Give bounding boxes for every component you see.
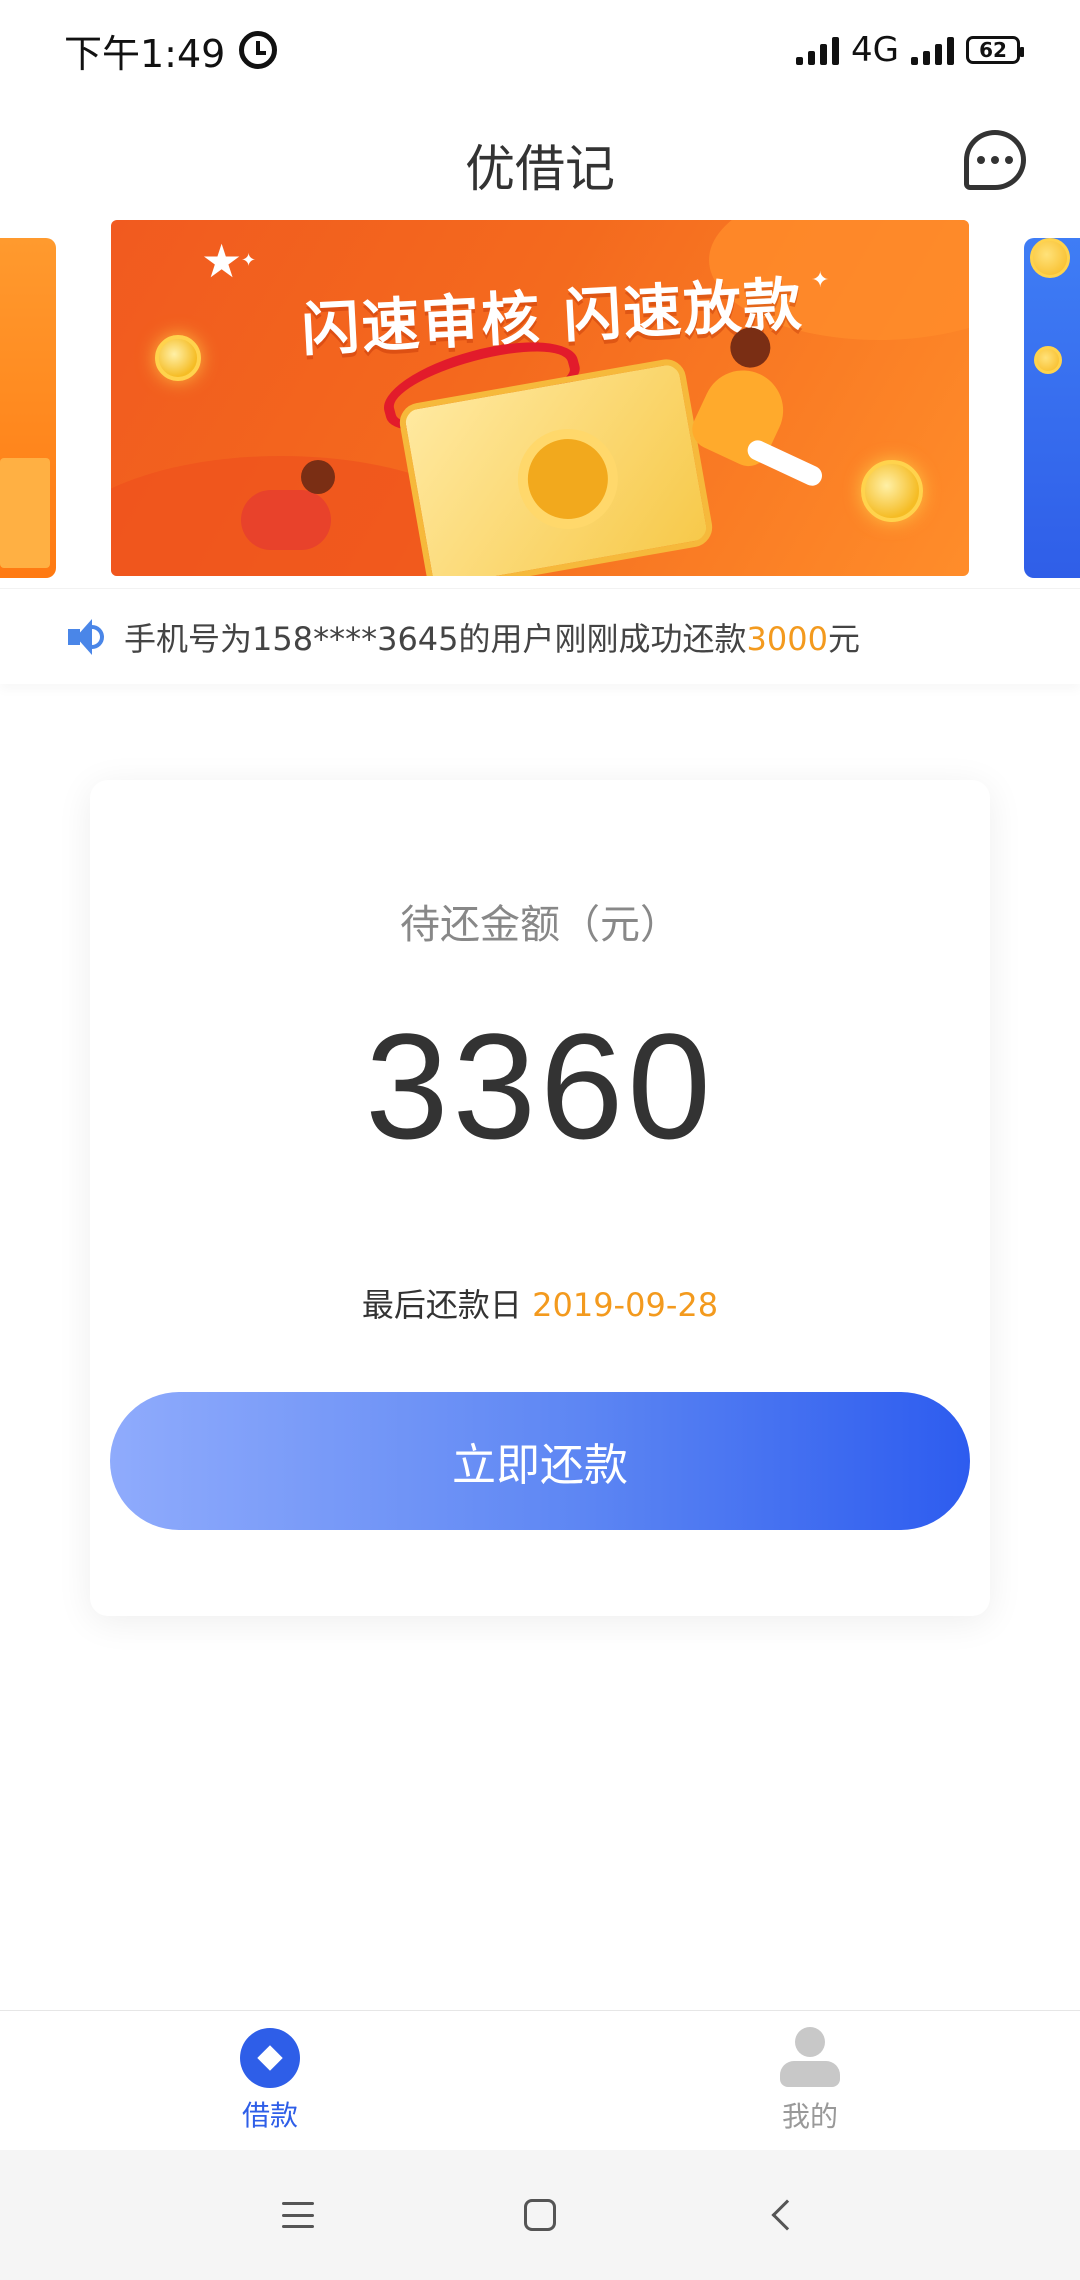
person-illustration [241, 460, 335, 550]
loan-icon [240, 2027, 300, 2088]
battery-icon: 62 [966, 36, 1024, 64]
announcement-text: 手机号为158****3645的用户刚刚成功还款3000元 [124, 614, 860, 660]
person-illustration [685, 357, 797, 473]
banner-slide-next[interactable] [1024, 238, 1080, 578]
due-date-value: 2019-09-28 [532, 1286, 719, 1324]
star-icon: ✦ [811, 268, 830, 293]
announcement-suffix: 元 [827, 619, 860, 658]
star-icon: ✦ [241, 250, 257, 271]
due-date-label: 最后还款日 [361, 1286, 522, 1324]
page-title: 优借记 [465, 140, 615, 198]
chat-icon[interactable] [964, 130, 1026, 190]
announcement-prefix: 手机号为158****3645的用户刚刚成功还款 [124, 619, 747, 658]
coin-icon [861, 460, 923, 522]
banner-carousel[interactable]: ★ ✦ ✦ 闪速审核 闪速放款 [0, 218, 1080, 580]
user-icon [780, 2026, 840, 2089]
star-icon: ★ [201, 234, 243, 288]
status-bar: 下午1:49 4G 62 [0, 0, 1080, 100]
system-nav-bar [0, 2150, 1080, 2280]
status-right: 4G 62 [796, 30, 1024, 70]
tab-loan-label: 借款 [241, 2098, 298, 2132]
status-time: 下午1:49 [64, 31, 226, 76]
repay-now-button[interactable]: 立即还款 [110, 1392, 970, 1530]
speaker-icon [64, 615, 108, 659]
app-header: 优借记 [0, 100, 1080, 230]
battery-level: 62 [979, 38, 1007, 62]
bottom-tab-bar: 借款 我的 [0, 2010, 1080, 2150]
signal-icon-2 [911, 35, 954, 65]
repayment-card: 待还金额（元） 3360 最后还款日 2019-09-28 立即还款 [90, 780, 990, 1616]
announcement-bar: 手机号为158****3645的用户刚刚成功还款3000元 [0, 588, 1080, 684]
alarm-icon [239, 31, 278, 69]
status-left: 下午1:49 [64, 23, 278, 78]
tab-mine-label: 我的 [781, 2099, 838, 2133]
coin-icon [155, 335, 201, 381]
tab-loan[interactable]: 借款 [0, 2011, 540, 2150]
signal-icon [796, 35, 840, 65]
banner-slide-prev[interactable] [0, 238, 56, 578]
banner-slide-current[interactable]: ★ ✦ ✦ 闪速审核 闪速放款 [111, 220, 969, 576]
coin-icon [1034, 346, 1062, 374]
pending-amount-label: 待还金额（元） [400, 902, 680, 948]
tab-mine[interactable]: 我的 [540, 2011, 1080, 2150]
home-icon[interactable] [524, 2199, 556, 2231]
menu-icon[interactable] [282, 2202, 314, 2228]
pending-amount-value: 3360 [365, 1002, 715, 1170]
coin-icon [1030, 238, 1070, 278]
announcement-amount: 3000 [746, 619, 828, 658]
back-icon[interactable] [771, 2199, 803, 2231]
due-date-row: 最后还款日 2019-09-28 [90, 1280, 990, 1326]
network-type: 4G [851, 30, 899, 70]
